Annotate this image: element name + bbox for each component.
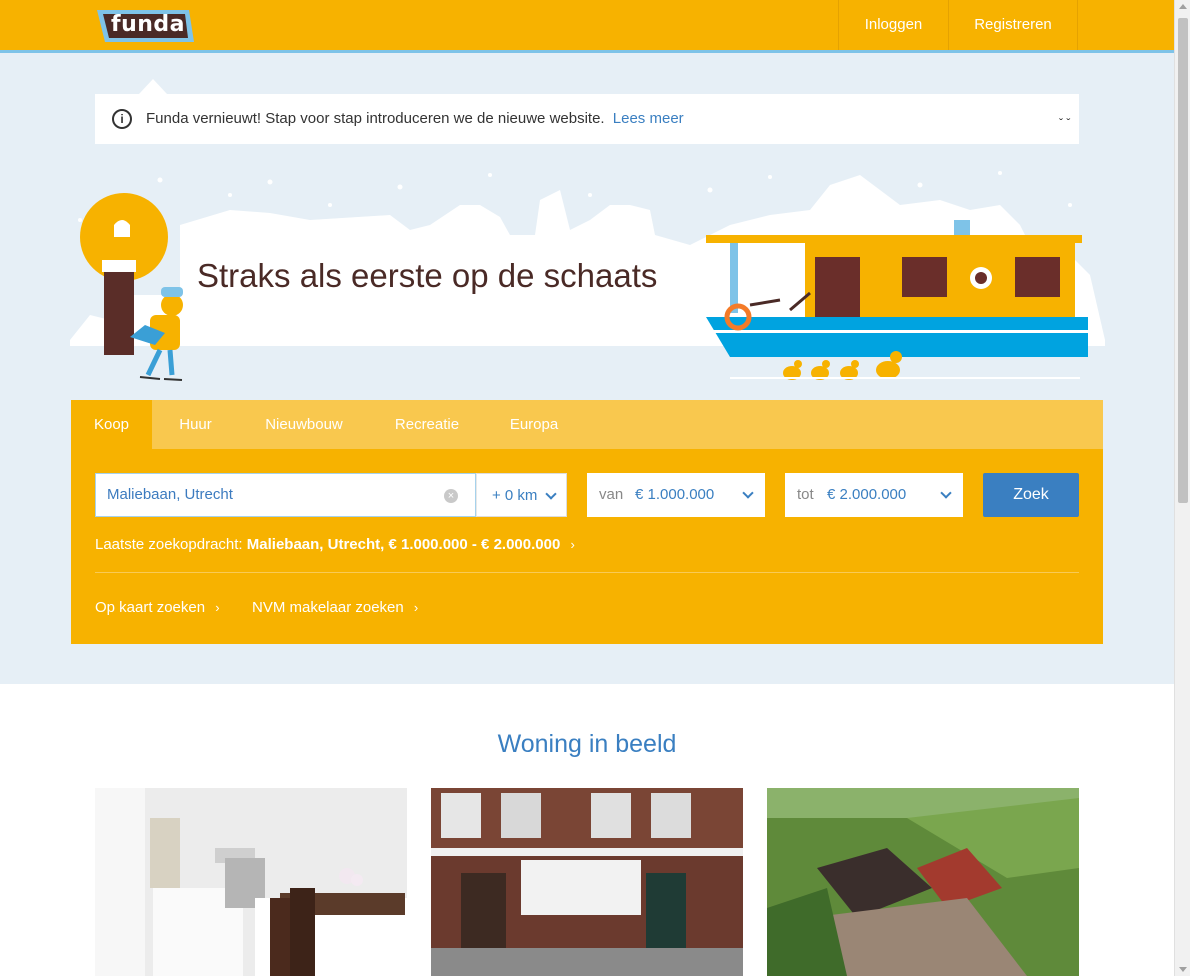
kitchen-interior-photo-icon: [95, 788, 407, 976]
map-search-link[interactable]: Op kaart zoeken ›: [95, 599, 220, 616]
scroll-down-arrow-icon[interactable]: [1179, 967, 1187, 972]
aerial-farm-photo-icon: [767, 788, 1079, 976]
featured-photo-3[interactable]: [767, 788, 1079, 976]
tab-recreatie[interactable]: Recreatie: [369, 400, 485, 449]
seagull-icon: [114, 220, 130, 237]
search-panel: Koop Huur Nieuwbouw Recreatie Europa Mal…: [71, 400, 1103, 644]
chevron-right-icon: ›: [215, 600, 220, 615]
scroll-up-arrow-icon[interactable]: [1179, 4, 1187, 9]
search-divider: [95, 572, 1079, 573]
price-from-label: van: [599, 486, 624, 503]
radius-select[interactable]: + 0 km: [476, 473, 567, 517]
last-search-prefix: Laatste zoekopdracht:: [95, 536, 243, 553]
top-header: funda Inloggen Registreren: [0, 0, 1174, 53]
login-button[interactable]: Inloggen: [838, 0, 948, 50]
price-to-select[interactable]: tot € 2.000.000: [785, 473, 963, 517]
page-scrollbar[interactable]: [1174, 0, 1190, 976]
notice-text: Funda vernieuwt! Stap voor stap introduc…: [146, 110, 684, 127]
scroll-thumb[interactable]: [1178, 18, 1188, 503]
tab-nieuwbouw[interactable]: Nieuwbouw: [239, 400, 369, 449]
hero-title: Straks als eerste op de schaats: [197, 257, 658, 294]
brick-houses-photo-icon: [431, 788, 743, 976]
tower-icon: [104, 265, 134, 355]
tab-huur[interactable]: Huur: [152, 400, 239, 449]
notice-read-more-link[interactable]: Lees meer: [613, 110, 684, 127]
last-search[interactable]: Laatste zoekopdracht: Maliebaan, Utrecht…: [95, 536, 575, 553]
location-search-input[interactable]: Maliebaan, Utrecht ×: [95, 473, 476, 517]
location-input-value: Maliebaan, Utrecht: [107, 486, 233, 503]
notice-message: Funda vernieuwt! Stap voor stap introduc…: [146, 110, 605, 127]
chevron-down-icon: [940, 487, 952, 499]
search-button[interactable]: Zoek: [983, 473, 1079, 517]
funda-logo[interactable]: funda: [95, 8, 195, 44]
featured-photo-1[interactable]: [95, 788, 407, 976]
price-to-label: tot: [797, 486, 814, 503]
site-notice: i Funda vernieuwt! Stap voor stap introd…: [95, 94, 1079, 144]
price-from-value: € 1.000.000: [635, 486, 715, 503]
featured-title: Woning in beeld: [497, 730, 677, 758]
last-search-value: Maliebaan, Utrecht, € 1.000.000 - € 2.00…: [246, 536, 561, 553]
featured-photo-2[interactable]: [431, 788, 743, 976]
chevron-down-icon: [742, 487, 754, 499]
logo-text: funda: [111, 12, 185, 37]
tab-europa[interactable]: Europa: [485, 400, 583, 449]
radius-value: + 0 km: [492, 487, 538, 504]
price-to-value: € 2.000.000: [827, 486, 907, 503]
notice-close-icon[interactable]: ˇ ˇ: [1059, 116, 1087, 130]
chevron-right-icon: ›: [413, 600, 419, 615]
search-tabs: Koop Huur Nieuwbouw Recreatie Europa: [71, 400, 1103, 449]
nvm-broker-link[interactable]: NVM makelaar zoeken ›: [252, 599, 418, 616]
notice-pointer-icon: [139, 79, 167, 94]
nvm-broker-label: NVM makelaar zoeken: [252, 599, 404, 616]
chevron-down-icon: [545, 488, 557, 500]
info-icon: i: [112, 109, 132, 129]
tab-koop[interactable]: Koop: [71, 400, 152, 449]
price-from-select[interactable]: van € 1.000.000: [587, 473, 765, 517]
map-search-label: Op kaart zoeken: [95, 599, 206, 616]
chevron-right-icon: ›: [570, 537, 575, 552]
clear-icon[interactable]: ×: [444, 489, 458, 503]
register-button[interactable]: Registreren: [948, 0, 1078, 50]
